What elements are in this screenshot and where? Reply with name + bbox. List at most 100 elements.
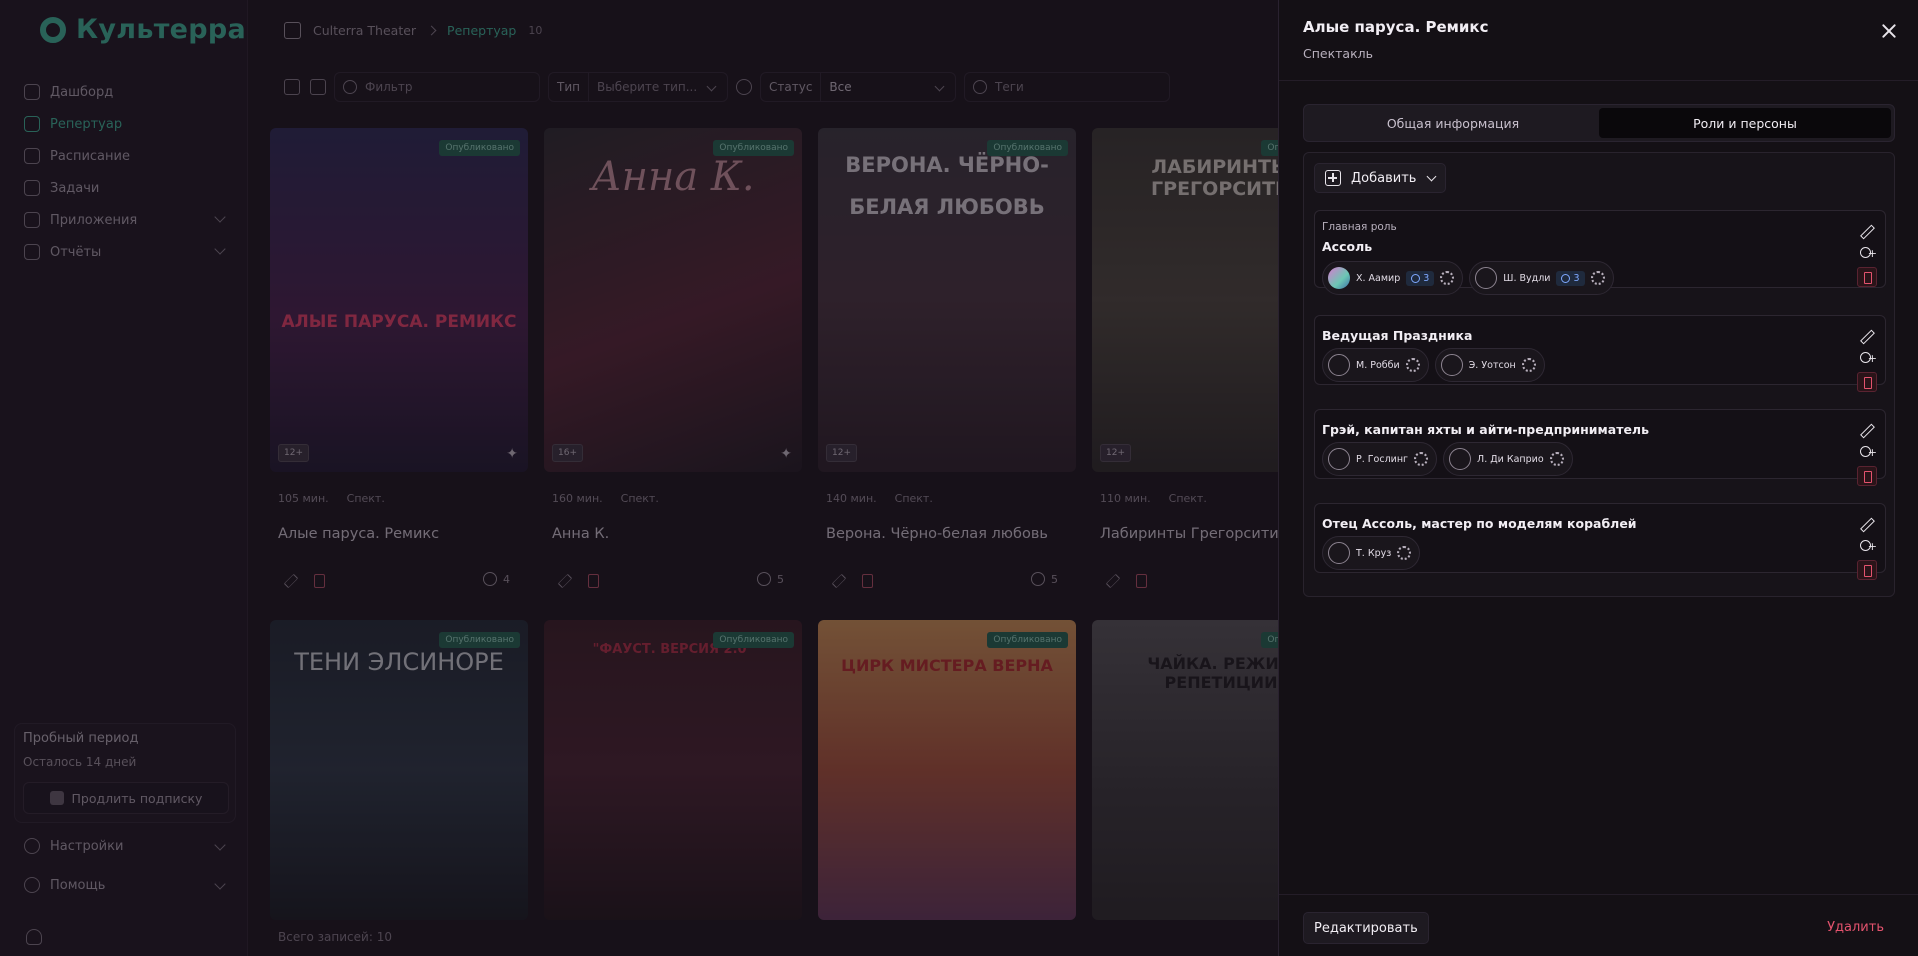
trash-icon[interactable] (588, 574, 599, 588)
sidebar-item-dashboard[interactable]: Дашборд (24, 76, 230, 108)
logo-icon (40, 16, 66, 43)
sidebar-nav: Дашборд Репертуар Расписание Задачи Прил… (24, 76, 230, 268)
trash-icon[interactable] (1857, 466, 1877, 486)
clear-filter-icon[interactable] (736, 79, 752, 95)
poster-image[interactable]: Анна К. Опубликовано 16+ ✦ (544, 128, 802, 472)
chevron-down-icon (214, 839, 226, 851)
sidebar-item-apps[interactable]: Приложения (24, 204, 230, 236)
add-user-icon[interactable] (1857, 443, 1877, 463)
add-button[interactable]: Добавить (1314, 163, 1447, 193)
edit-icon[interactable] (283, 573, 299, 589)
trash-icon[interactable] (1857, 560, 1877, 580)
sidebar-item-repertoire[interactable]: Репертуар (24, 108, 230, 140)
rating-badge: 3 (1556, 270, 1585, 286)
rating-badge: 3 (1406, 270, 1435, 286)
performer-chip[interactable]: М. Робби (1322, 348, 1429, 382)
tasks-icon (24, 180, 40, 196)
list-view-icon[interactable] (284, 79, 300, 95)
poster-image[interactable]: ВЕРОНА. ЧЁРНО-БЕЛАЯ ЛЮБОВЬ Опубликовано … (818, 128, 1076, 472)
close-icon[interactable] (1880, 22, 1898, 40)
gift-icon (49, 791, 64, 805)
card-title[interactable]: Лабиринты Грегорсити (1100, 526, 1279, 542)
status-badge: Опубликовано (439, 632, 520, 648)
edit-icon[interactable] (831, 573, 847, 589)
sidebar-item-settings[interactable]: Настройки (24, 838, 230, 854)
card-title[interactable]: Верона. Чёрно-белая любовь (826, 526, 1048, 542)
tab-general-info[interactable]: Общая информация (1307, 108, 1599, 138)
drawer-title: Алые паруса. Ремикс (1303, 18, 1489, 36)
edit-icon[interactable] (1857, 221, 1877, 241)
role-card: Отец Ассоль, мастер по моделям кораблей … (1314, 503, 1886, 580)
grid-view-icon[interactable] (310, 79, 326, 95)
role-actions (1857, 514, 1879, 583)
edit-icon[interactable] (1857, 326, 1877, 346)
sidebar-item-tasks[interactable]: Задачи (24, 172, 230, 204)
gear-icon[interactable] (1521, 358, 1536, 372)
type-select[interactable]: Тип Выберите тип... (548, 72, 728, 102)
user-avatar-icon (1475, 267, 1498, 289)
edit-button[interactable]: Редактировать (1303, 912, 1429, 944)
reports-icon (24, 244, 40, 260)
status-badge: Опубликовано (987, 632, 1068, 648)
gear-icon[interactable] (1549, 452, 1564, 466)
sidebar-item-schedule[interactable]: Расписание (24, 140, 230, 172)
tags-input[interactable]: Теги (964, 72, 1170, 102)
sidebar-item-reports[interactable]: Отчёты (24, 236, 230, 268)
edit-icon[interactable] (557, 573, 573, 589)
card-title[interactable]: Анна К. (552, 526, 609, 542)
calendar-icon (24, 148, 40, 164)
tab-roles[interactable]: Роли и персоны (1599, 108, 1891, 138)
add-user-icon[interactable] (1857, 537, 1877, 557)
trash-icon[interactable] (1857, 372, 1877, 392)
poster-image[interactable]: "ФАУСТ. ВЕРСИЯ 2.0" Опубликовано (544, 620, 802, 920)
add-user-icon[interactable] (1857, 349, 1877, 369)
edit-icon[interactable] (1105, 573, 1121, 589)
user-icon[interactable] (26, 929, 42, 945)
logo[interactable]: Культерра (40, 14, 246, 45)
performer-chip[interactable]: Э. Уотсон (1434, 348, 1545, 382)
renew-subscription-button[interactable]: Продлить подписку (23, 782, 229, 814)
performer-chip[interactable]: Х. Аамир 3 (1322, 261, 1464, 295)
trial-title: Пробный период (23, 731, 139, 746)
search-icon (343, 80, 357, 94)
gear-icon[interactable] (1405, 358, 1420, 372)
performer-chip[interactable]: Ш. Вудли 3 (1469, 261, 1614, 295)
trash-icon[interactable] (1136, 574, 1147, 588)
trash-icon[interactable] (314, 574, 325, 588)
performers-list: Х. Аамир 3 Ш. Вудли 3 (1322, 261, 1614, 295)
performer-chip[interactable]: Т. Круз (1322, 536, 1421, 570)
add-user-icon[interactable] (1857, 244, 1877, 264)
age-badge: 12+ (826, 444, 857, 462)
edit-icon[interactable] (1857, 514, 1877, 534)
gear-icon[interactable] (1397, 546, 1412, 560)
breadcrumb-org[interactable]: Culterra Theater (313, 23, 416, 38)
poster-image[interactable]: ТЕНИ ЭЛСИНОРЕ Опубликовано (270, 620, 528, 920)
gear-icon[interactable] (1590, 271, 1605, 285)
trial-days-left: Осталось 14 дней (23, 755, 137, 769)
people-icon (757, 572, 771, 586)
user-avatar-icon (1328, 542, 1350, 564)
search-input[interactable]: Фильтр (334, 72, 540, 102)
performer-chip[interactable]: Р. Гослинг (1322, 442, 1438, 476)
tag-icon (973, 80, 987, 94)
card-title[interactable]: Алые паруса. Ремикс (278, 526, 439, 542)
card-meta: 160 мин. Спект. (552, 492, 659, 505)
status-badge: Опубликовано (987, 140, 1068, 156)
age-badge: 12+ (278, 444, 309, 462)
card-actions: 5 (826, 572, 1068, 592)
trash-icon[interactable] (1857, 267, 1877, 287)
breadcrumb: Culterra Theater Репертуар 10 (284, 22, 542, 39)
poster-image[interactable]: ЦИРК МИСТЕРА ВЕРНА Опубликовано (818, 620, 1076, 920)
role-card: Ведущая Праздника М. Робби Э. Уотсон (1314, 315, 1886, 392)
sidebar-item-help[interactable]: Помощь (24, 877, 230, 893)
performer-chip[interactable]: Л. Ди Каприо (1443, 442, 1573, 476)
edit-icon[interactable] (1857, 420, 1877, 440)
gear-icon[interactable] (1414, 452, 1429, 466)
poster-image[interactable]: АЛЫЕ ПАРУСА. РЕМИКС Опубликовано 12+ ✦ (270, 128, 528, 472)
trash-icon[interactable] (862, 574, 873, 588)
gear-icon[interactable] (1440, 271, 1455, 285)
toggle-sidebar-icon[interactable] (284, 22, 301, 39)
status-select[interactable]: Статус Все (760, 72, 956, 102)
delete-button[interactable]: Удалить (1827, 920, 1884, 935)
role-name: Ведущая Праздника (1322, 328, 1473, 343)
